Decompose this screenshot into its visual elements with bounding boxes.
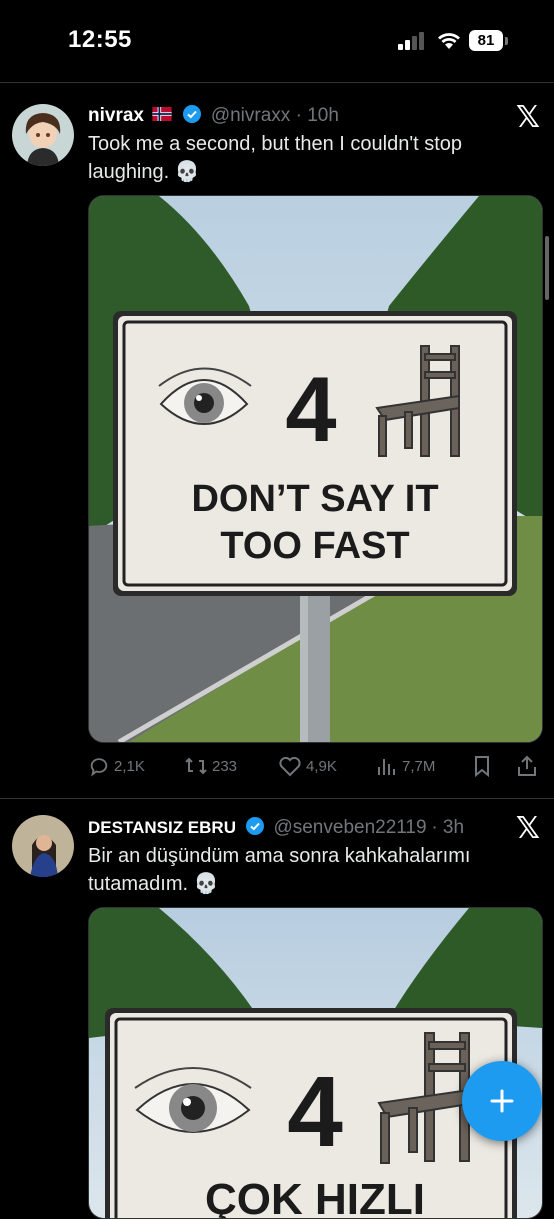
x-logo-icon[interactable]: 𝕏 (516, 100, 540, 135)
battery-icon: 81 (469, 30, 508, 51)
signal-icon (398, 32, 424, 50)
timestamp[interactable]: · 3h (431, 817, 464, 838)
tweet-image[interactable]: 4 ÇOK HIZLI (88, 907, 543, 1219)
repost-icon (185, 757, 207, 775)
divider (0, 798, 554, 799)
scrollbar[interactable] (545, 236, 549, 300)
avatar[interactable] (12, 815, 74, 877)
sign-line-2: TOO FAST (220, 525, 409, 567)
verified-icon (182, 105, 201, 123)
divider (0, 82, 554, 83)
sign-line-1: ÇOK HIZLI (205, 1175, 425, 1218)
display-name[interactable]: DESTANSIZ EBRU (88, 818, 236, 837)
x-logo-icon[interactable]: 𝕏 (516, 811, 540, 846)
tweet-image[interactable]: 4 DON’T SAY IT TOO FAST (88, 195, 543, 743)
sign-line-1: DON’T SAY IT (191, 478, 438, 520)
sign-number: 4 (287, 1056, 343, 1168)
reply-button[interactable]: 2,1K (88, 755, 145, 777)
sign-number: 4 (285, 359, 336, 461)
norway-flag-icon (152, 107, 172, 121)
reply-icon (90, 758, 108, 777)
views-icon (378, 759, 395, 775)
timestamp[interactable]: · 10h (296, 105, 339, 126)
wifi-icon (438, 33, 460, 49)
like-button[interactable]: 4,9K (278, 755, 337, 777)
compose-button[interactable] (462, 1061, 542, 1141)
share-icon (518, 755, 536, 776)
repost-count: 233 (212, 757, 238, 775)
tweet-text: Took me a second, but then I couldn't st… (88, 133, 463, 183)
tweet-actions: 2,1K 233 4,9K 7,7M (88, 755, 542, 785)
reply-count: 2,1K (114, 757, 145, 775)
bookmark-icon (475, 756, 489, 777)
like-count: 4,9K (306, 757, 337, 775)
tweet-header: nivrax @nivraxx · 10h (88, 104, 339, 127)
bookmark-button[interactable] (472, 755, 492, 777)
handle[interactable]: @senveben22119 (273, 817, 426, 838)
avatar[interactable] (12, 104, 74, 166)
like-icon (279, 756, 301, 777)
repost-button[interactable]: 233 (184, 755, 237, 777)
views-button[interactable]: 7,7M (376, 755, 435, 777)
compose-plus-icon (490, 1089, 514, 1113)
handle[interactable]: @nivraxx (211, 105, 290, 126)
status-time: 12:55 (68, 26, 132, 53)
tweet-text: Bir an düşündüm ama sonra kahkahalarımı … (88, 845, 471, 895)
views-count: 7,7M (402, 757, 436, 775)
tweet-header: DESTANSIZ EBRU @senveben22119 · 3h (88, 816, 464, 839)
display-name[interactable]: nivrax (88, 105, 144, 126)
status-bar: 12:55 81 (0, 0, 554, 80)
verified-icon (245, 817, 264, 835)
share-button[interactable] (516, 755, 538, 777)
